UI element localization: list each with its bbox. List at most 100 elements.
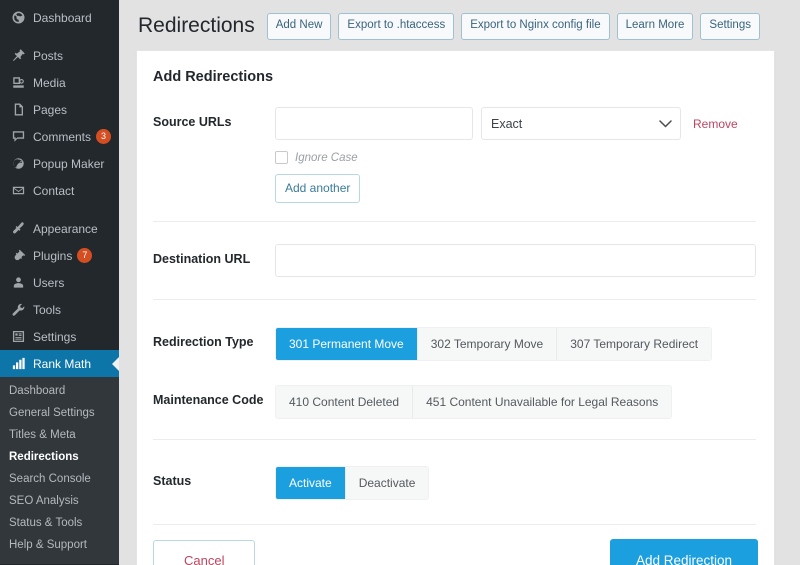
destination-url-field (275, 244, 756, 277)
app-root: Dashboard Posts Media Pages Comments 3 Popup M… (0, 0, 800, 565)
pages-icon (8, 101, 28, 119)
wrench-icon (8, 301, 28, 319)
maintenance-code-label: Maintenance Code (153, 393, 264, 407)
header-button-export-to-nginx-config-file[interactable]: Export to Nginx config file (461, 13, 610, 40)
settings-icon (8, 328, 28, 346)
header-button-learn-more[interactable]: Learn More (616, 13, 694, 40)
destination-url-label: Destination URL (153, 252, 251, 266)
redirection-type-group: 301 Permanent Move 302 Temporary Move 307 … (275, 327, 713, 361)
sidebar-item-label: Dashboard (33, 10, 92, 25)
page-title: Redirections (138, 14, 255, 38)
ignore-case-checkbox[interactable] (275, 151, 288, 164)
match-type-select[interactable]: ExactContainsStarts WithEnds WithRegex (481, 107, 681, 140)
pin-icon (8, 47, 28, 65)
redirection-type-option-302-temporary-move[interactable]: 302 Temporary Move (417, 328, 558, 360)
sidebar-item-contact[interactable]: Contact (0, 177, 119, 204)
sidebar-item-label: Rank Math (33, 356, 92, 371)
source-urls-label: Source URLs (153, 115, 232, 129)
maintenance-code-field: 410 Content Deleted 451 Content Unavailab… (275, 385, 756, 419)
source-urls-field: ExactContainsStarts WithEnds WithRegex R… (275, 107, 756, 203)
add-redirection-button[interactable]: Add Redirection (609, 539, 758, 565)
header-button-add-new[interactable]: Add New (266, 13, 332, 40)
destination-url-input[interactable] (275, 244, 756, 277)
sidebar-item-label: Popup Maker (33, 156, 105, 171)
sidebar-item-label: Comments (33, 129, 92, 144)
maintenance-code-row: Maintenance Code 410 Content Deleted 451 … (137, 371, 774, 439)
sidebar-item-label: Appearance (33, 221, 98, 236)
maintenance-code-option-410-content-deleted[interactable]: 410 Content Deleted (276, 386, 414, 418)
sidebar-item-label: Contact (33, 183, 75, 198)
submenu-item-general-settings[interactable]: General Settings (0, 402, 119, 424)
status-label: Status (153, 474, 192, 488)
dashboard-icon (8, 9, 28, 27)
comments-icon (8, 128, 28, 146)
redirection-type-option-301-permanent-move[interactable]: 301 Permanent Move (276, 328, 418, 360)
card-footer: Cancel Add Redirection (137, 525, 774, 565)
ignore-case-label: Ignore Case (295, 151, 358, 164)
sidebar-item-settings[interactable]: Settings (0, 323, 119, 350)
add-redirections-card: Add Redirections Source URLs ExactContai… (136, 50, 775, 565)
sidebar-item-label: Tools (33, 302, 62, 317)
status-option-activate[interactable]: Activate (276, 467, 346, 499)
submenu-item-seo-analysis[interactable]: SEO Analysis (0, 490, 119, 512)
sidebar-item-appearance[interactable]: Appearance (0, 215, 119, 242)
media-icon (8, 74, 28, 92)
submenu-item-titles-meta[interactable]: Titles & Meta (0, 424, 119, 446)
sidebar-badge: 3 (96, 129, 112, 144)
sidebar-badge: 7 (77, 248, 93, 263)
sidebar-item-plugins[interactable]: Plugins 7 (0, 242, 119, 269)
status-option-deactivate[interactable]: Deactivate (345, 467, 429, 499)
source-url-line: ExactContainsStarts WithEnds WithRegex R… (275, 107, 756, 140)
sidebar-separator (0, 31, 119, 42)
page-header: Redirections Add New Export to .htaccess E… (119, 0, 800, 40)
submenu-item-search-console[interactable]: Search Console (0, 468, 119, 490)
status-field: Activate Deactivate (275, 466, 756, 500)
sidebar-item-tools[interactable]: Tools (0, 296, 119, 323)
redirection-type-row: Redirection Type 301 Permanent Move 302 T… (137, 300, 774, 371)
submenu-item-redirections[interactable]: Redirections (0, 446, 119, 468)
sidebar-item-posts[interactable]: Posts (0, 42, 119, 69)
sidebar-item-pages[interactable]: Pages (0, 96, 119, 123)
source-url-input[interactable] (275, 107, 473, 140)
admin-sidebar: Dashboard Posts Media Pages Comments 3 Popup M… (0, 0, 120, 565)
sidebar-menu: Dashboard Posts Media Pages Comments 3 Popup M… (0, 0, 120, 377)
sidebar-item-label: Settings (33, 329, 77, 344)
sidebar-item-users[interactable]: Users (0, 269, 119, 296)
sidebar-item-media[interactable]: Media (0, 69, 119, 96)
status-row: Status Activate Deactivate (137, 440, 774, 524)
header-button-group: Add New Export to .htaccess Export to Ngin… (266, 13, 760, 40)
envelope-icon (8, 182, 28, 200)
sidebar-item-label: Media (33, 75, 66, 90)
redirection-type-option-307-temporary-redirect[interactable]: 307 Temporary Redirect (557, 328, 712, 360)
sidebar-item-label: Posts (33, 48, 64, 63)
redirection-type-field: 301 Permanent Move 302 Temporary Move 307 … (275, 327, 756, 361)
rank-math-icon (8, 355, 28, 373)
sidebar-item-comments[interactable]: Comments 3 (0, 123, 119, 150)
submenu-item-status-tools[interactable]: Status & Tools (0, 512, 119, 534)
sidebar-item-rank-math[interactable]: Rank Math (0, 350, 120, 377)
redirection-type-label: Redirection Type (153, 335, 254, 349)
source-urls-row: Source URLs ExactContainsStarts WithEnds… (137, 85, 774, 221)
card-title: Add Redirections (153, 69, 274, 85)
submenu-item-help-support[interactable]: Help & Support (0, 534, 119, 556)
popup-maker-icon (8, 155, 28, 173)
ignore-case-row: Ignore Case (275, 151, 756, 164)
plugins-icon (8, 247, 28, 265)
sidebar-item-dashboard[interactable]: Dashboard (0, 4, 119, 31)
rank-math-submenu: Dashboard General Settings Titles & Meta Re… (0, 377, 119, 564)
maintenance-code-option-451-content-unavailable-for-legal-reasons[interactable]: 451 Content Unavailable for Legal Reason… (413, 386, 672, 418)
remove-source-url-link[interactable]: Remove (693, 117, 738, 131)
add-another-button[interactable]: Add another (275, 174, 361, 203)
header-button-export-to-htaccess[interactable]: Export to .htaccess (338, 13, 455, 40)
sidebar-item-label: Pages (33, 102, 68, 117)
sidebar-item-label: Plugins (33, 248, 73, 263)
sidebar-item-label: Users (33, 275, 65, 290)
cancel-button[interactable]: Cancel (153, 540, 256, 565)
match-type-select-wrap: ExactContainsStarts WithEnds WithRegex (481, 107, 681, 140)
submenu-item-dashboard[interactable]: Dashboard (0, 380, 119, 402)
maintenance-code-group: 410 Content Deleted 451 Content Unavailab… (275, 385, 673, 419)
status-group: Activate Deactivate (275, 466, 430, 500)
sidebar-item-popup-maker[interactable]: Popup Maker (0, 150, 119, 177)
users-icon (8, 274, 28, 292)
header-button-settings[interactable]: Settings (700, 13, 760, 40)
